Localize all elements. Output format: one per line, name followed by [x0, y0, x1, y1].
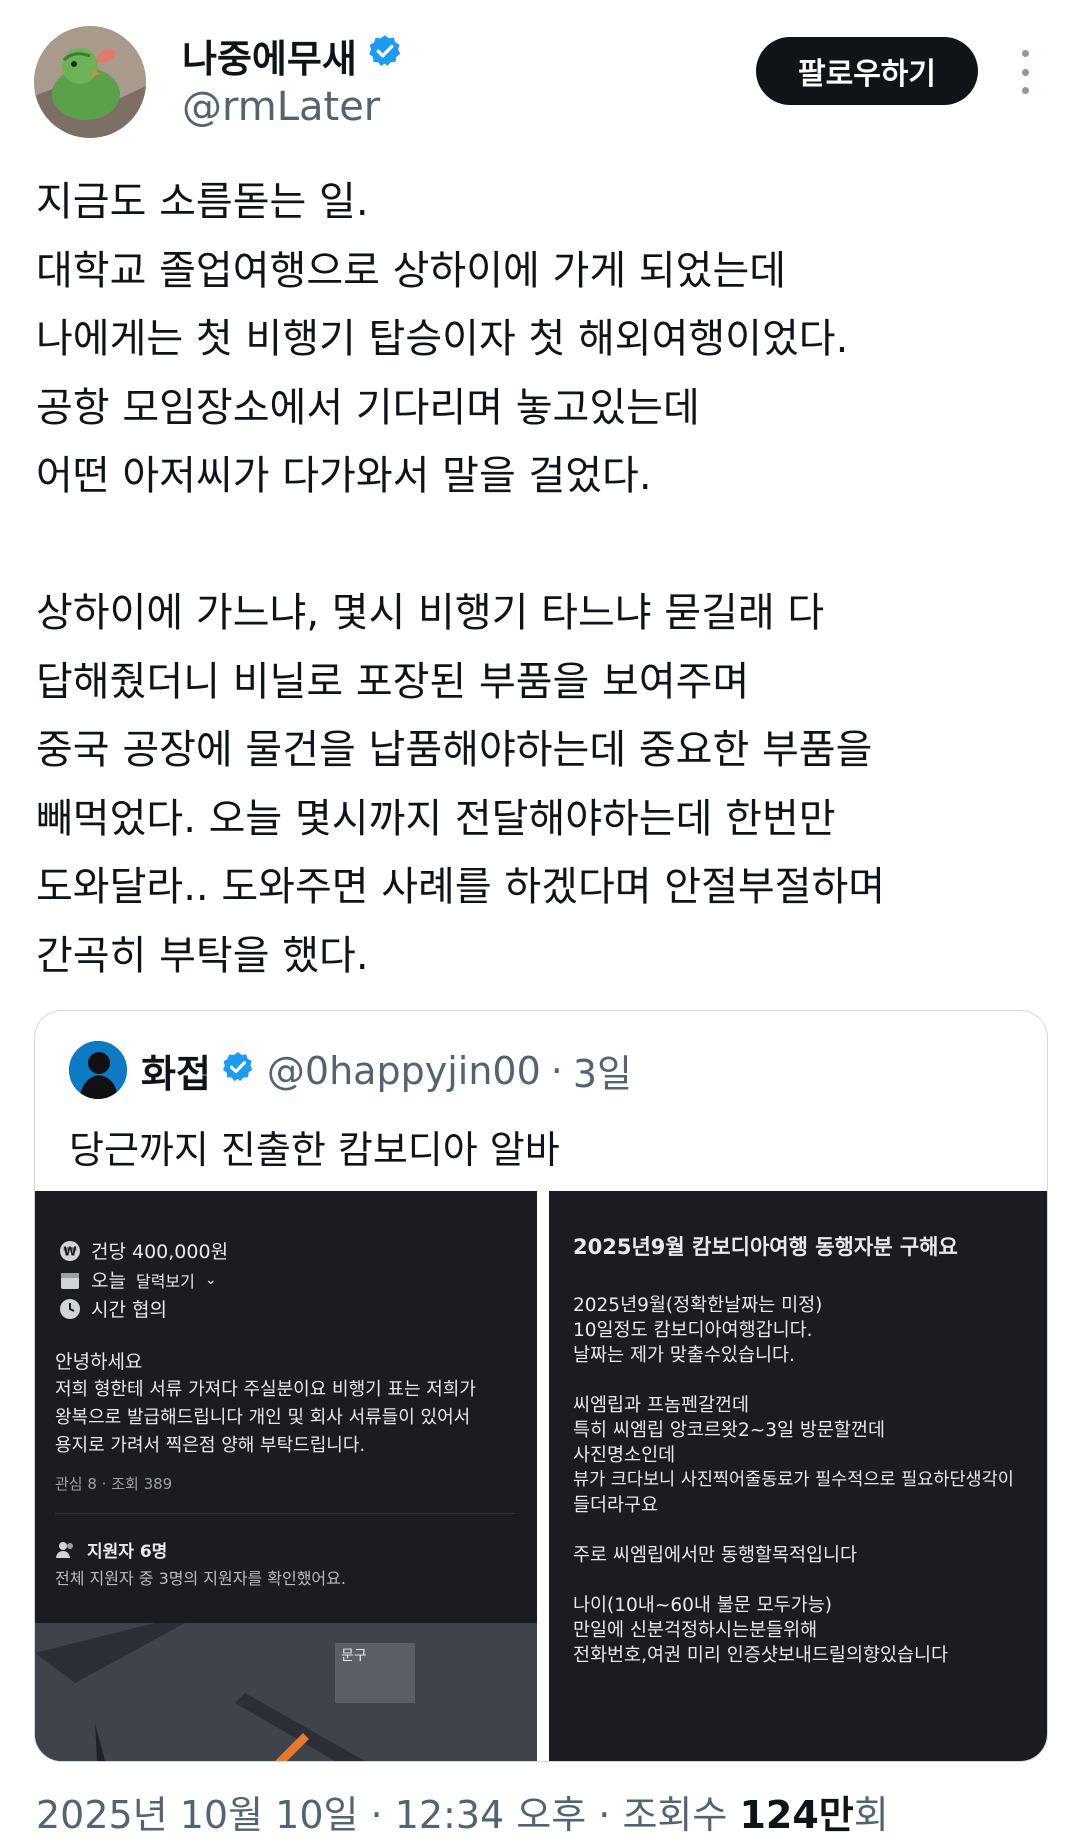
post-stats: 관심 8 · 조회 389 — [55, 1475, 173, 1493]
quoted-media-left[interactable]: ₩ 건당 400,000원 오늘 달력보기 ⌄ 시간 협의 안녕하세요 저희 형… — [35, 1191, 537, 1761]
post-line: 사진명소인데 — [573, 1445, 676, 1466]
chevron-down-icon: ⌄ — [204, 1271, 217, 1288]
post-line: 나이(10내~60내 불문 모두가능) — [573, 1595, 832, 1616]
people-icon — [55, 1539, 77, 1561]
post-body-line: 왕복으로 발급해드립니다 개인 및 회사 서류들이 있어서 — [55, 1407, 471, 1428]
quoted-author-avatar[interactable] — [69, 1041, 127, 1099]
tweet-text: 지금도 소름돋는 일. 대학교 졸업여행으로 상하이에 가게 되었는데 나에게는… — [36, 168, 1046, 990]
calendar-link[interactable]: 달력보기 — [136, 1268, 195, 1292]
quoted-tweet-card[interactable]: 화접 @0happyjin00 · 3일 당근까지 진출한 캄보디아 알바 ₩ … — [34, 1010, 1048, 1762]
post-line: 10일정도 캄보디아여행갑니다. — [573, 1320, 813, 1341]
tweet-line: 상하이에 가느냐, 몇시 비행기 타느냐 묻길래 다 — [36, 590, 825, 636]
verified-badge-icon — [367, 33, 403, 78]
author-name-text[interactable]: 나중에무새 — [182, 28, 357, 83]
tweet-line: 빼먹었다. 오늘 몇시까지 전달해야하는데 한번만 — [36, 795, 836, 842]
won-coin-icon: ₩ — [59, 1240, 81, 1262]
quoted-author-handle[interactable]: @0happyjin00 — [267, 1049, 541, 1093]
post-line: 씨엠립과 프놈펜갈껀데 — [573, 1395, 750, 1416]
tweet-line: 나에게는 첫 비행기 탑승이자 첫 해외여행이었다. — [36, 316, 849, 362]
quoted-separator: · — [550, 1048, 563, 1093]
svg-text:₩: ₩ — [63, 1244, 77, 1258]
price-row: ₩ 건당 400,000원 — [59, 1237, 228, 1264]
verified-badge-icon — [221, 1049, 255, 1093]
time-text: 시간 협의 — [91, 1299, 167, 1321]
post-body-line: 용지로 가려서 찍은점 양해 부탁드립니다. — [55, 1435, 366, 1456]
views-count: 124만 — [739, 1793, 854, 1837]
date-row: 오늘 달력보기 ⌄ — [59, 1266, 217, 1293]
tweet-line: 공항 모임장소에서 기다리며 놓고있는데 — [36, 384, 700, 431]
author-display-name[interactable]: 나중에무새 — [182, 28, 403, 83]
post-line: 뷰가 크다보니 사진찍어줄동료가 필수적으로 필요하단생각이 — [573, 1470, 1014, 1490]
tweet-line: 중국 공장에 물건을 납품해야하는데 중요한 부품을 — [36, 727, 873, 773]
quoted-time[interactable]: 3일 — [573, 1043, 632, 1098]
views-suffix: 회 — [853, 1793, 889, 1837]
tweet-line: 간곡히 부탁을 했다. — [36, 932, 369, 979]
author-handle[interactable]: @rmLater — [182, 84, 380, 130]
map-image: 문구 — [35, 1623, 537, 1761]
quoted-tweet-text: 당근까지 진출한 캄보디아 알바 — [69, 1128, 560, 1172]
post-body-line: 안녕하세요 — [55, 1351, 143, 1373]
meta-separator: · — [358, 1793, 395, 1837]
post-body-line: 저희 형한테 서류 가져다 주실분이요 비행기 표는 저희가 — [55, 1379, 476, 1400]
applicants-note: 전체 지원자 중 3명의 지원자를 확인했어요. — [55, 1569, 346, 1588]
time-row: 시간 협의 — [59, 1295, 167, 1322]
tweet-line: 도와달라.. 도와주면 사례를 하겠다며 안절부절하며 — [36, 864, 886, 910]
meta-separator: · — [586, 1793, 623, 1837]
tweet-line: 답해줬더니 비닐로 포장된 부품을 보여주며 — [36, 658, 750, 705]
more-options-icon[interactable] — [1010, 50, 1040, 94]
applicants-row: 지원자 6명 — [55, 1537, 167, 1562]
post-line: 주로 씨엠립에서만 동행할목적입니다 — [573, 1545, 858, 1566]
tweet-footer-meta: 2025년 10월 10일 · 12:34 오후 · 조회수 124만 회 — [36, 1784, 889, 1839]
post-line: 전화번호,여권 미리 인증샷보내드릴의향있습니다 — [573, 1645, 949, 1666]
tweet-line: 지금도 소름돋는 일. — [36, 179, 369, 225]
post-date[interactable]: 2025년 10월 10일 — [36, 1784, 358, 1839]
follow-button[interactable]: 팔로우하기 — [756, 37, 978, 105]
post-time[interactable]: 12:34 오후 — [395, 1784, 587, 1839]
post-line: 들더라구요 — [573, 1495, 659, 1516]
divider — [55, 1513, 515, 1514]
date-text: 오늘 — [91, 1270, 126, 1292]
author-avatar[interactable] — [34, 26, 146, 138]
applicants-title: 지원자 6명 — [87, 1542, 168, 1562]
post-line: 특히 씨엠립 앙코르왓2~3일 방문할껀데 — [573, 1420, 885, 1441]
price-text: 건당 400,000원 — [91, 1241, 229, 1263]
post-line: 날짜는 제가 맞출수있습니다. — [573, 1345, 795, 1366]
tweet-line: 대학교 졸업여행으로 상하이에 가게 되었는데 — [36, 247, 787, 294]
quoted-media-right[interactable]: 2025년9월 캄보디아여행 동행자분 구해요 2025년9월(정확한날짜는 미… — [549, 1191, 1047, 1761]
clock-icon — [59, 1298, 81, 1320]
quoted-author-name[interactable]: 화접 — [141, 1043, 211, 1098]
map-label: 문구 — [341, 1648, 367, 1664]
views-label: 조회수 — [622, 1793, 740, 1837]
post-title: 2025년9월 캄보디아여행 동행자분 구해요 — [573, 1235, 958, 1259]
calendar-icon — [59, 1269, 81, 1291]
post-line: 2025년9월(정확한날짜는 미정) — [573, 1295, 823, 1316]
tweet-line — [36, 511, 1046, 580]
tweet-line: 어떤 아저씨가 다가와서 말을 걸었다. — [36, 453, 652, 499]
quoted-tweet-header: 화접 @0happyjin00 · 3일 — [141, 1043, 632, 1098]
tweet-header: 나중에무새 @rmLater 팔로우하기 — [0, 0, 1076, 150]
post-line: 만일에 신분걱정하시는분들위해 — [573, 1620, 818, 1641]
